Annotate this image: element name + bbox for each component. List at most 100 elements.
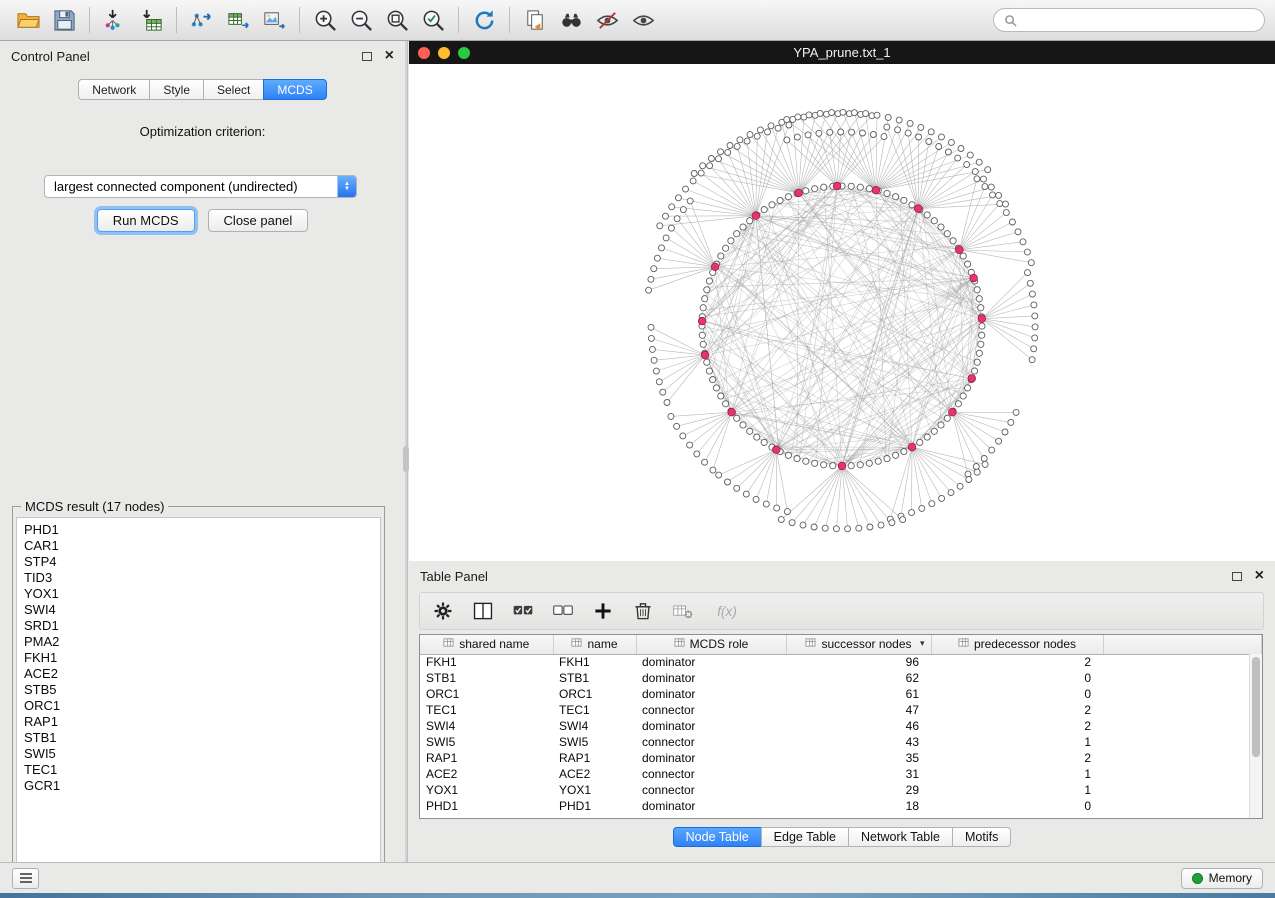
memory-button[interactable]: Memory [1181, 868, 1263, 889]
open-file-icon[interactable] [10, 4, 46, 36]
network-graph[interactable] [409, 64, 1275, 561]
tab-edge-table[interactable]: Edge Table [761, 827, 848, 847]
table-row[interactable]: RAP1RAP1dominator352 [420, 750, 1262, 766]
result-node-item[interactable]: CAR1 [24, 538, 373, 554]
sort-grid-icon [674, 637, 685, 651]
tab-node-table[interactable]: Node Table [673, 827, 761, 847]
toolbar-separator [299, 7, 300, 33]
panel-splitter[interactable] [405, 41, 408, 862]
tab-network[interactable]: Network [78, 79, 149, 100]
application-window: Control Panel × NetworkStyleSelectMCDS O… [0, 0, 1275, 898]
show-all-icon[interactable] [625, 4, 661, 36]
deselect-all-icon[interactable] [548, 596, 578, 626]
result-node-item[interactable]: SWI5 [24, 746, 373, 762]
export-network-icon[interactable] [184, 4, 220, 36]
dropdown-stepper-icon: ▲▼ [337, 175, 356, 198]
table-row[interactable]: ORC1ORC1dominator610 [420, 686, 1262, 702]
control-panel: Control Panel × NetworkStyleSelectMCDS O… [0, 41, 405, 862]
mcds-result-list[interactable]: PHD1CAR1STP4TID3YOX1SWI4SRD1PMA2FKH1ACE2… [16, 517, 381, 873]
table-toolbar: f(x) [419, 592, 1264, 630]
tab-select[interactable]: Select [203, 79, 263, 100]
control-panel-header: Control Panel × [0, 41, 405, 71]
tab-style[interactable]: Style [149, 79, 203, 100]
delete-table-icon[interactable] [668, 596, 698, 626]
network-canvas[interactable] [409, 64, 1275, 561]
export-table-icon[interactable] [220, 4, 256, 36]
function-builder-icon[interactable]: f(x) [708, 596, 752, 626]
network-window-title: YPA_prune.txt_1 [409, 45, 1275, 60]
table-scrollbar[interactable] [1249, 654, 1262, 818]
result-node-item[interactable]: ACE2 [24, 666, 373, 682]
result-node-item[interactable]: ORC1 [24, 698, 373, 714]
window-close-icon[interactable] [418, 47, 430, 59]
table-header-row: shared namenameMCDS rolesuccessor nodes▾… [420, 635, 1262, 654]
import-table-icon[interactable] [133, 4, 169, 36]
copy-network-icon[interactable] [517, 4, 553, 36]
tab-motifs[interactable]: Motifs [952, 827, 1011, 847]
toolbar-separator [509, 7, 510, 33]
panel-menu-button[interactable] [12, 868, 39, 889]
float-panel-icon[interactable] [362, 52, 372, 61]
run-mcds-button[interactable]: Run MCDS [97, 209, 195, 232]
table-row[interactable]: STB1STB1dominator620 [420, 670, 1262, 686]
window-maximize-icon[interactable] [458, 47, 470, 59]
split-view-icon[interactable] [468, 596, 498, 626]
scrollbar-thumb[interactable] [1252, 657, 1260, 757]
close-panel-icon[interactable]: × [385, 48, 394, 64]
result-node-item[interactable]: SWI4 [24, 602, 373, 618]
zoom-out-icon[interactable] [343, 4, 379, 36]
close-mcds-panel-button[interactable]: Close panel [208, 209, 309, 232]
result-node-item[interactable]: STB1 [24, 730, 373, 746]
search-network-icon[interactable] [553, 4, 589, 36]
refresh-network-icon[interactable] [466, 4, 502, 36]
tab-mcds[interactable]: MCDS [263, 79, 326, 100]
result-node-item[interactable]: STB5 [24, 682, 373, 698]
close-table-panel-icon[interactable]: × [1255, 568, 1264, 584]
result-node-item[interactable]: RAP1 [24, 714, 373, 730]
table-row[interactable]: PHD1PHD1dominator180 [420, 798, 1262, 814]
window-minimize-icon[interactable] [438, 47, 450, 59]
zoom-in-icon[interactable] [307, 4, 343, 36]
save-session-icon[interactable] [46, 4, 82, 36]
column-header-predecessor-nodes[interactable]: predecessor nodes [931, 635, 1103, 654]
table-row[interactable]: YOX1YOX1connector291 [420, 782, 1262, 798]
add-function-icon[interactable] [588, 596, 618, 626]
table-settings-icon[interactable] [428, 596, 458, 626]
network-window-titlebar[interactable]: YPA_prune.txt_1 [409, 41, 1275, 64]
result-node-item[interactable]: GCR1 [24, 778, 373, 794]
search-input[interactable] [1023, 13, 1254, 27]
result-node-item[interactable]: FKH1 [24, 650, 373, 666]
table-row[interactable]: FKH1FKH1dominator962 [420, 654, 1262, 670]
column-header-shared-name[interactable]: shared name [420, 635, 553, 654]
zoom-selected-icon[interactable] [415, 4, 451, 36]
result-node-item[interactable]: PHD1 [24, 522, 373, 538]
svg-text:f(x): f(x) [717, 604, 737, 619]
table-row[interactable]: ACE2ACE2connector311 [420, 766, 1262, 782]
result-node-item[interactable]: STP4 [24, 554, 373, 570]
search-icon [1004, 14, 1017, 27]
column-header-name[interactable]: name [553, 635, 636, 654]
result-node-item[interactable]: PMA2 [24, 634, 373, 650]
column-header-successor-nodes[interactable]: successor nodes▾ [786, 635, 931, 654]
control-panel-tabs: NetworkStyleSelectMCDS [0, 79, 405, 100]
result-node-item[interactable]: TEC1 [24, 762, 373, 778]
tab-network-table[interactable]: Network Table [848, 827, 952, 847]
delete-selected-icon[interactable] [628, 596, 658, 626]
result-node-item[interactable]: TID3 [24, 570, 373, 586]
export-image-icon[interactable] [256, 4, 292, 36]
table-row[interactable]: SWI5SWI5connector431 [420, 734, 1262, 750]
table-row[interactable]: TEC1TEC1connector472 [420, 702, 1262, 718]
column-header-MCDS-role[interactable]: MCDS role [636, 635, 786, 654]
toolbar-icon-groups [10, 4, 661, 36]
select-all-icon[interactable] [508, 596, 538, 626]
desktop-background [0, 893, 1275, 898]
float-table-panel-icon[interactable] [1232, 572, 1242, 581]
search-field[interactable] [993, 8, 1265, 32]
criterion-dropdown[interactable]: largest connected component (undirected)… [44, 175, 357, 198]
table-row[interactable]: SWI4SWI4dominator462 [420, 718, 1262, 734]
zoom-fit-icon[interactable] [379, 4, 415, 36]
hide-selected-icon[interactable] [589, 4, 625, 36]
import-network-icon[interactable] [97, 4, 133, 36]
result-node-item[interactable]: SRD1 [24, 618, 373, 634]
result-node-item[interactable]: YOX1 [24, 586, 373, 602]
